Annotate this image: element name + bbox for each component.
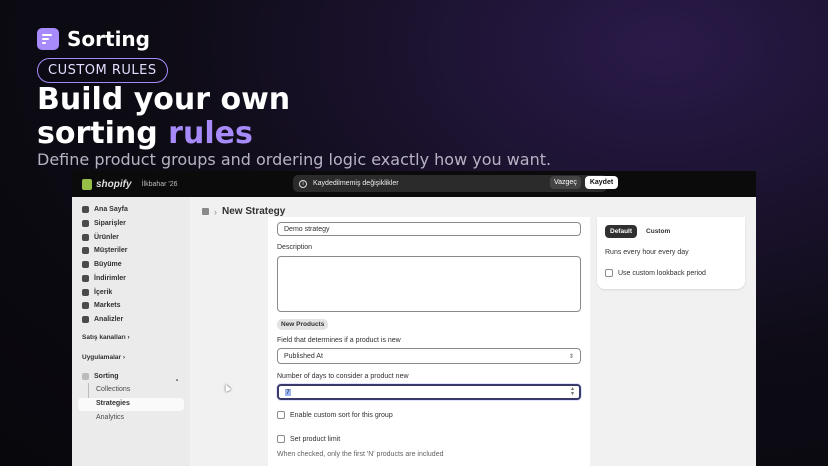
sorting-logo-icon [37, 28, 59, 50]
sidebar-sub-strategies[interactable]: Strategies [96, 400, 130, 407]
page-title: New Strategy [222, 206, 286, 217]
limit-help-text: When checked, only the first 'N' product… [277, 451, 444, 458]
tab-custom[interactable]: Custom [641, 225, 675, 238]
description-label: Description [277, 244, 313, 251]
sidebar-item-discounts[interactable]: İndirimler [82, 273, 126, 284]
chevron-right-icon: › [214, 206, 217, 217]
sidebar-item-markets[interactable]: Markets [82, 300, 120, 311]
shopify-logo: shopify [82, 178, 132, 190]
strategy-breadcrumb-icon[interactable] [202, 208, 209, 215]
days-label: Number of days to consider a product new [277, 373, 409, 380]
custom-sort-checkbox-row[interactable]: Enable custom sort for this group [277, 411, 393, 419]
field-select[interactable]: Published At ⇕ [277, 348, 581, 364]
person-icon [82, 247, 89, 254]
admin-window: Ana Sayfa Siparişler Ürünler Müşteriler … [72, 197, 756, 466]
strategy-form-card: Demo strategy Description New Products F… [268, 217, 590, 466]
chart-icon [82, 316, 89, 323]
chevron-right-icon: › [127, 334, 130, 341]
headline-line-2: sorting rules [37, 117, 290, 151]
number-stepper[interactable]: ▲ ▼ [570, 387, 575, 397]
custom-sort-checkbox[interactable] [277, 411, 285, 419]
shopify-wordmark: shopify [96, 178, 132, 190]
stepper-down-icon[interactable]: ▼ [570, 392, 575, 397]
sidebar-item-growth[interactable]: Büyüme [82, 259, 122, 270]
content-icon [82, 289, 89, 296]
sidebar-item-home[interactable]: Ana Sayfa [82, 204, 128, 215]
sidebar-item-customers[interactable]: Müşteriler [82, 245, 127, 256]
home-icon [82, 206, 89, 213]
product-limit-checkbox[interactable] [277, 435, 285, 443]
product-limit-label: Set product limit [290, 435, 341, 443]
lookback-checkbox-row[interactable]: Use custom lookback period [605, 269, 706, 277]
orders-icon [82, 220, 89, 227]
description-textarea[interactable] [277, 256, 581, 312]
headline: Build your own sorting rules [37, 83, 290, 151]
sidebar-item-content[interactable]: İçerik [82, 287, 112, 298]
field-select-label: Field that determines if a product is ne… [277, 337, 401, 344]
headline-line-1: Build your own [37, 82, 291, 117]
sidebar-sub-analytics[interactable]: Analytics [96, 414, 124, 421]
section-badge: New Products [277, 319, 329, 330]
sidebar: Ana Sayfa Siparişler Ürünler Müşteriler … [72, 197, 190, 466]
season-label: İlkbahar '26 [141, 180, 178, 188]
schedule-tabs: Default Custom [605, 225, 675, 238]
name-input[interactable]: Demo strategy [277, 222, 581, 236]
schedule-card: Default Custom Runs every hour every day… [597, 217, 745, 289]
sidebar-item-sorting-app[interactable]: Sorting [82, 371, 119, 382]
subline: Define product groups and ordering logic… [37, 150, 552, 169]
select-chevron-icon: ⇕ [568, 353, 574, 360]
growth-icon [82, 261, 89, 268]
sidebar-item-products[interactable]: Ürünler [82, 232, 119, 243]
admin-topbar: shopify İlkbahar '26 i Kaydedilmemiş değ… [72, 171, 756, 197]
sales-channels-heading[interactable]: Satış kanalları › [82, 334, 130, 341]
custom-sort-label: Enable custom sort for this group [290, 411, 393, 419]
schedule-text: Runs every hour every day [605, 249, 689, 256]
brand: Sorting [37, 27, 150, 51]
chevron-right-icon: › [122, 354, 126, 361]
discount-icon [82, 275, 89, 282]
tab-default[interactable]: Default [605, 225, 638, 238]
more-icon[interactable]: • [176, 378, 178, 384]
headline-accent: rules [168, 116, 253, 151]
tag-icon [82, 234, 89, 241]
lookback-checkbox[interactable] [605, 269, 613, 277]
lookback-label: Use custom lookback period [618, 269, 706, 277]
headline-plain: sorting [37, 116, 169, 151]
save-button[interactable]: Kaydet [584, 176, 619, 189]
apps-heading[interactable]: Uygulamalar › [82, 354, 125, 361]
sidebar-sub-collections[interactable]: Collections [96, 386, 130, 393]
shopify-bag-icon [82, 178, 92, 190]
field-select-value: Published At [284, 352, 323, 360]
globe-icon [82, 302, 89, 309]
custom-rules-tag: CUSTOM RULES [37, 58, 168, 83]
sidebar-item-analytics[interactable]: Analizler [82, 314, 123, 325]
active-item-highlight [78, 398, 184, 411]
topbar-actions: Vazgeç Kaydet [550, 176, 619, 189]
days-value: 7 [285, 388, 291, 396]
discard-button[interactable]: Vazgeç [550, 176, 581, 189]
unsaved-text: Kaydedilmemiş değişiklikler [313, 180, 399, 187]
sidebar-item-orders[interactable]: Siparişler [82, 218, 126, 229]
brand-name: Sorting [67, 27, 150, 51]
days-number-input[interactable]: 7 ▲ ▼ [277, 384, 581, 400]
sorting-app-icon [82, 373, 89, 380]
product-limit-checkbox-row[interactable]: Set product limit [277, 435, 340, 443]
page-header: › New Strategy [202, 206, 285, 217]
info-icon: i [299, 179, 307, 188]
